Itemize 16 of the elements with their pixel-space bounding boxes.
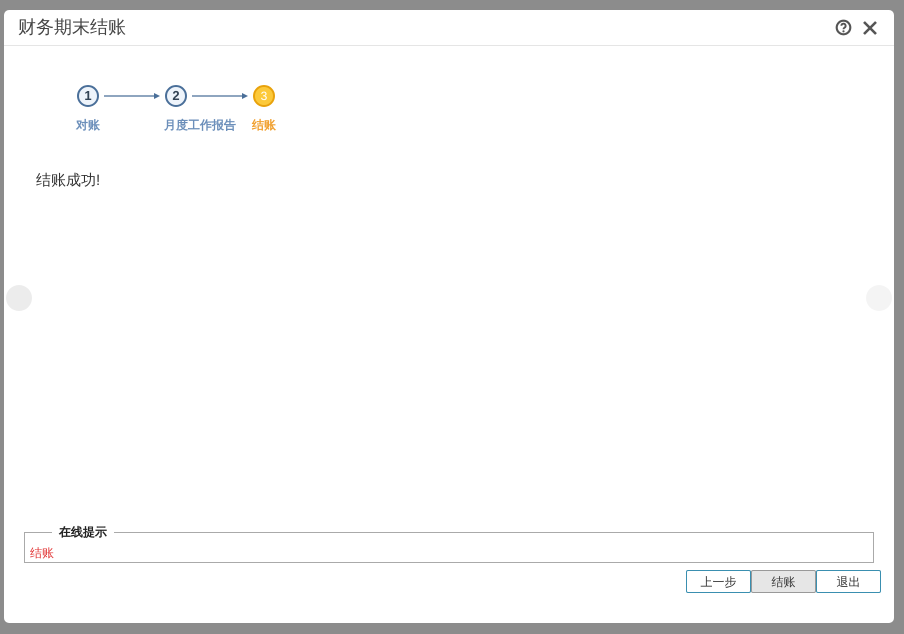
step-number: 1: [77, 85, 99, 107]
success-message: 结账成功!: [36, 171, 102, 191]
tips-text: 结账: [30, 546, 54, 560]
dialog-title: 财务期末结账: [18, 16, 126, 39]
step-label: 结账: [250, 117, 276, 134]
step-number: 2: [165, 85, 187, 107]
step-label: 对账: [74, 117, 100, 134]
close-icon[interactable]: [862, 20, 878, 36]
arrow-icon: [192, 92, 248, 100]
dialog-button[interactable]: 退出: [816, 570, 881, 593]
dialog-button[interactable]: 上一步: [686, 570, 751, 593]
step-number: 3: [253, 85, 275, 107]
step-label: 月度工作报告: [163, 117, 236, 134]
help-icon[interactable]: [835, 19, 852, 36]
tips-legend: 在线提示: [52, 523, 114, 541]
arrow-icon: [104, 92, 160, 100]
